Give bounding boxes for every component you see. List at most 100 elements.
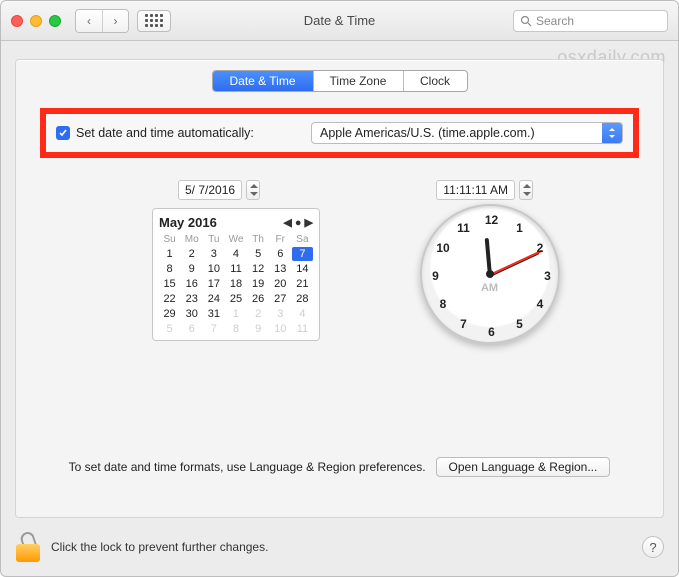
clock-number: 9 bbox=[432, 269, 439, 283]
cal-today-icon[interactable]: ● bbox=[295, 217, 302, 229]
clock-number: 12 bbox=[485, 213, 498, 227]
calendar[interactable]: May 2016 ◀ ● ▶ SuMoTuWeThFrSa12345678910… bbox=[152, 208, 320, 341]
time-value[interactable]: 11:11:11 AM bbox=[436, 180, 515, 200]
calendar-day[interactable]: 18 bbox=[225, 277, 246, 291]
calendar-day[interactable]: 7 bbox=[203, 322, 224, 336]
calendar-grid: SuMoTuWeThFrSa12345678910111213141516171… bbox=[159, 233, 313, 336]
lock-icon[interactable] bbox=[15, 532, 41, 562]
clock-number: 8 bbox=[440, 297, 447, 311]
calendar-weekday: Fr bbox=[270, 233, 291, 246]
calendar-day[interactable]: 25 bbox=[225, 292, 246, 306]
calendar-day[interactable]: 3 bbox=[270, 307, 291, 321]
clock-ampm: AM bbox=[481, 282, 498, 294]
calendar-day[interactable]: 22 bbox=[159, 292, 180, 306]
calendar-day[interactable]: 5 bbox=[248, 247, 269, 261]
calendar-day[interactable]: 5 bbox=[159, 322, 180, 336]
calendar-day[interactable]: 31 bbox=[203, 307, 224, 321]
calendar-day[interactable]: 15 bbox=[159, 277, 180, 291]
calendar-day[interactable]: 21 bbox=[292, 277, 313, 291]
tab-bar: Date & Time Time Zone Clock bbox=[212, 70, 468, 92]
calendar-day[interactable]: 7 bbox=[292, 247, 313, 261]
clock-number: 4 bbox=[537, 297, 544, 311]
zoom-icon[interactable] bbox=[49, 15, 61, 27]
calendar-header: May 2016 ◀ ● ▶ bbox=[159, 215, 313, 230]
calendar-day[interactable]: 11 bbox=[225, 262, 246, 276]
date-field[interactable]: 5/ 7/2016 bbox=[178, 180, 260, 200]
panels: May 2016 ◀ ● ▶ SuMoTuWeThFrSa12345678910… bbox=[16, 200, 663, 344]
search-placeholder: Search bbox=[536, 14, 574, 28]
calendar-day[interactable]: 20 bbox=[270, 277, 291, 291]
calendar-day[interactable]: 1 bbox=[225, 307, 246, 321]
calendar-weekday: Sa bbox=[292, 233, 313, 246]
value-row: 5/ 7/2016 11:11:11 AM bbox=[16, 180, 663, 200]
calendar-day[interactable]: 1 bbox=[159, 247, 180, 261]
date-value[interactable]: 5/ 7/2016 bbox=[178, 180, 242, 200]
calendar-day[interactable]: 30 bbox=[181, 307, 202, 321]
tab-date-time[interactable]: Date & Time bbox=[213, 71, 313, 91]
clock-number: 5 bbox=[516, 317, 523, 331]
calendar-day[interactable]: 24 bbox=[203, 292, 224, 306]
traffic-lights bbox=[11, 15, 61, 27]
calendar-day[interactable]: 10 bbox=[203, 262, 224, 276]
cal-next-icon[interactable]: ▶ bbox=[305, 216, 313, 229]
back-button[interactable]: ‹ bbox=[76, 10, 102, 32]
calendar-day[interactable]: 2 bbox=[248, 307, 269, 321]
calendar-day[interactable]: 17 bbox=[203, 277, 224, 291]
calendar-day[interactable]: 14 bbox=[292, 262, 313, 276]
calendar-day[interactable]: 13 bbox=[270, 262, 291, 276]
calendar-day[interactable]: 12 bbox=[248, 262, 269, 276]
calendar-day[interactable]: 6 bbox=[181, 322, 202, 336]
search-input[interactable]: Search bbox=[513, 10, 668, 32]
clock-pin bbox=[486, 270, 494, 278]
calendar-day[interactable]: 9 bbox=[181, 262, 202, 276]
time-field[interactable]: 11:11:11 AM bbox=[436, 180, 533, 200]
calendar-day[interactable]: 28 bbox=[292, 292, 313, 306]
clock-wrap: AM 121234567891011 bbox=[360, 204, 619, 344]
search-icon bbox=[520, 15, 532, 27]
calendar-title: May 2016 bbox=[159, 215, 217, 230]
content-pane: Date & Time Time Zone Clock Set date and… bbox=[15, 59, 664, 518]
cal-prev-icon[interactable]: ◀ bbox=[283, 216, 291, 229]
time-server-combo[interactable]: Apple Americas/U.S. (time.apple.com.) bbox=[311, 122, 623, 144]
calendar-day[interactable]: 8 bbox=[225, 322, 246, 336]
calendar-day[interactable]: 23 bbox=[181, 292, 202, 306]
calendar-day[interactable]: 16 bbox=[181, 277, 202, 291]
calendar-day[interactable]: 8 bbox=[159, 262, 180, 276]
minimize-icon[interactable] bbox=[30, 15, 42, 27]
auto-time-checkbox[interactable] bbox=[56, 126, 70, 140]
calendar-weekday: Su bbox=[159, 233, 180, 246]
show-all-button[interactable] bbox=[137, 10, 171, 32]
clock-number: 7 bbox=[460, 317, 467, 331]
calendar-day[interactable]: 27 bbox=[270, 292, 291, 306]
calendar-day[interactable]: 10 bbox=[270, 322, 291, 336]
calendar-day[interactable]: 11 bbox=[292, 322, 313, 336]
clock-number: 11 bbox=[457, 221, 470, 235]
time-stepper[interactable] bbox=[519, 180, 533, 200]
open-language-region-button[interactable]: Open Language & Region... bbox=[436, 457, 611, 477]
calendar-day[interactable]: 3 bbox=[203, 247, 224, 261]
grid-icon bbox=[145, 14, 163, 27]
help-button[interactable]: ? bbox=[642, 536, 664, 558]
auto-time-label: Set date and time automatically: bbox=[76, 126, 254, 140]
nav-back-forward[interactable]: ‹ › bbox=[75, 9, 129, 33]
calendar-day[interactable]: 6 bbox=[270, 247, 291, 261]
calendar-day[interactable]: 9 bbox=[248, 322, 269, 336]
calendar-weekday: We bbox=[225, 233, 246, 246]
calendar-day[interactable]: 19 bbox=[248, 277, 269, 291]
tab-time-zone[interactable]: Time Zone bbox=[313, 71, 403, 91]
calendar-weekday: Tu bbox=[203, 233, 224, 246]
calendar-day[interactable]: 29 bbox=[159, 307, 180, 321]
calendar-day[interactable]: 4 bbox=[292, 307, 313, 321]
time-server-value: Apple Americas/U.S. (time.apple.com.) bbox=[312, 123, 602, 143]
clock-number: 1 bbox=[516, 221, 523, 235]
close-icon[interactable] bbox=[11, 15, 23, 27]
auto-time-row: Set date and time automatically: Apple A… bbox=[40, 108, 639, 158]
calendar-day[interactable]: 4 bbox=[225, 247, 246, 261]
forward-button[interactable]: › bbox=[102, 10, 128, 32]
date-stepper[interactable] bbox=[246, 180, 260, 200]
clock-number: 6 bbox=[488, 325, 495, 339]
calendar-day[interactable]: 26 bbox=[248, 292, 269, 306]
calendar-weekday: Mo bbox=[181, 233, 202, 246]
calendar-day[interactable]: 2 bbox=[181, 247, 202, 261]
tab-clock[interactable]: Clock bbox=[403, 71, 467, 91]
